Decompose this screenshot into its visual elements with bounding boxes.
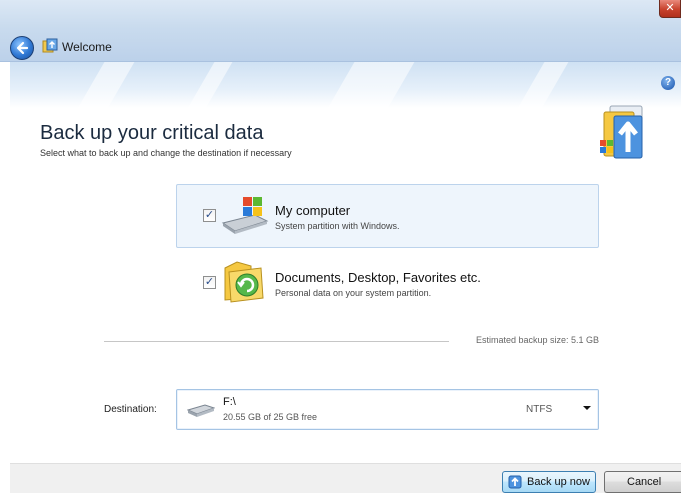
documents-description: Personal data on your system partition. — [275, 288, 432, 298]
back-button[interactable] — [10, 36, 34, 60]
backup-app-icon — [42, 38, 58, 53]
option-documents[interactable]: ✓ Documents, Desktop, Favorites etc. Per… — [176, 251, 599, 315]
back-arrow-icon — [16, 41, 29, 55]
destination-filesystem: NTFS — [526, 404, 553, 415]
hard-drive-icon — [187, 404, 215, 417]
my-computer-description: System partition with Windows. — [275, 221, 400, 231]
cancel-button[interactable]: Cancel — [604, 471, 681, 493]
my-computer-title: My computer — [275, 203, 351, 218]
destination-label: Destination: — [104, 404, 157, 415]
divider — [104, 341, 449, 342]
close-button[interactable]: ✕ — [659, 0, 681, 18]
cancel-label: Cancel — [627, 476, 662, 488]
estimated-backup-size: Estimated backup size: 5.1 GB — [475, 335, 599, 345]
back-up-now-button[interactable]: Back up now — [502, 471, 596, 493]
backup-hero-icon — [600, 105, 643, 159]
back-up-now-label: Back up now — [527, 476, 590, 488]
documents-checkbox[interactable]: ✓ — [203, 276, 216, 289]
documents-title: Documents, Desktop, Favorites etc. — [275, 270, 481, 285]
computer-drive-icon — [221, 197, 269, 234]
destination-free-space: 20.55 GB of 25 GB free — [223, 412, 318, 422]
my-computer-checkbox[interactable]: ✓ — [203, 209, 216, 222]
option-my-computer[interactable]: ✓ My computer System partition with Wind… — [176, 184, 599, 248]
page-subtitle: Select what to back up and change the de… — [40, 148, 292, 158]
help-icon[interactable]: ? — [661, 76, 675, 90]
page-title: Back up your critical data — [40, 122, 264, 144]
window-title: Welcome — [62, 40, 112, 54]
destination-dropdown[interactable]: F:\ 20.55 GB of 25 GB free NTFS — [176, 389, 599, 430]
documents-folder-icon — [224, 261, 264, 303]
uac-shield-icon — [508, 475, 522, 489]
destination-drive: F:\ — [223, 396, 236, 408]
chevron-down-icon[interactable] — [583, 406, 591, 410]
header-banner — [10, 62, 681, 108]
